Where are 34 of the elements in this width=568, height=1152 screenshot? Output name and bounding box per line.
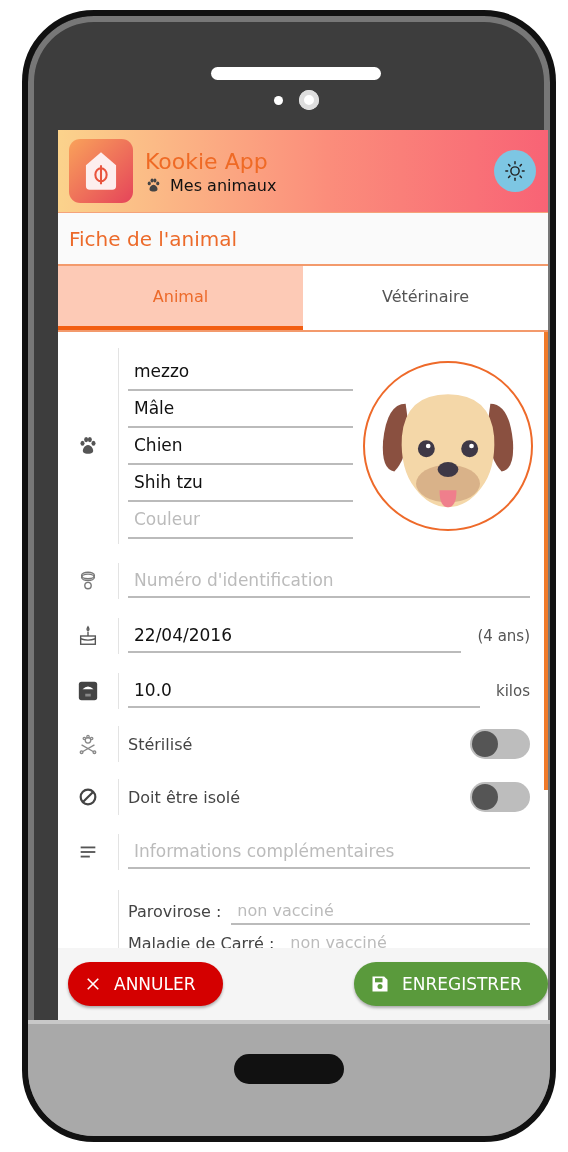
close-icon (84, 975, 102, 993)
toggle-label: Doit être isolé (128, 787, 242, 807)
scissors-icon (77, 733, 99, 755)
toggle-switch[interactable] (470, 729, 530, 759)
section-subtitle: Mes animaux (170, 175, 277, 195)
scale-icon (77, 680, 99, 702)
cancel-button[interactable]: ANNULER (68, 962, 223, 1006)
sensor-dot (273, 95, 283, 105)
unit-label: kilos (496, 682, 530, 700)
prohibited-icon (77, 786, 99, 808)
input-field[interactable]: 22/04/2016 (128, 619, 462, 653)
input-field[interactable]: Chien (128, 427, 353, 465)
vaccine-label: Maladie de Carré : (128, 933, 275, 948)
theme-toggle-button[interactable] (494, 150, 536, 192)
input-field[interactable]: Numéro d'identification (128, 564, 530, 598)
sun-icon (504, 160, 526, 182)
unit-label: (4 ans) (477, 627, 530, 645)
input-field[interactable]: Informations complémentaires (128, 835, 530, 869)
home-button[interactable] (234, 1054, 344, 1084)
input-field[interactable]: mezzo (128, 353, 353, 391)
page-title: Fiche de l'animal (69, 226, 238, 251)
cake-icon (77, 625, 99, 647)
toggle-label: Stérilisé (128, 734, 194, 754)
paw-icon (145, 176, 162, 194)
vaccine-label: Parovirose : (128, 901, 222, 921)
app-title: Kookie App (145, 147, 269, 176)
input-field[interactable]: Couleur (128, 501, 353, 539)
toggle-switch[interactable] (470, 782, 530, 812)
input-field[interactable]: Shih tzu (128, 464, 353, 502)
input-field[interactable]: 10.0 (128, 674, 480, 708)
input-field[interactable]: non vacciné (231, 897, 530, 925)
input-field[interactable]: Mâle (128, 390, 353, 428)
camera-icon (298, 90, 319, 110)
app-logo-icon (69, 139, 133, 203)
